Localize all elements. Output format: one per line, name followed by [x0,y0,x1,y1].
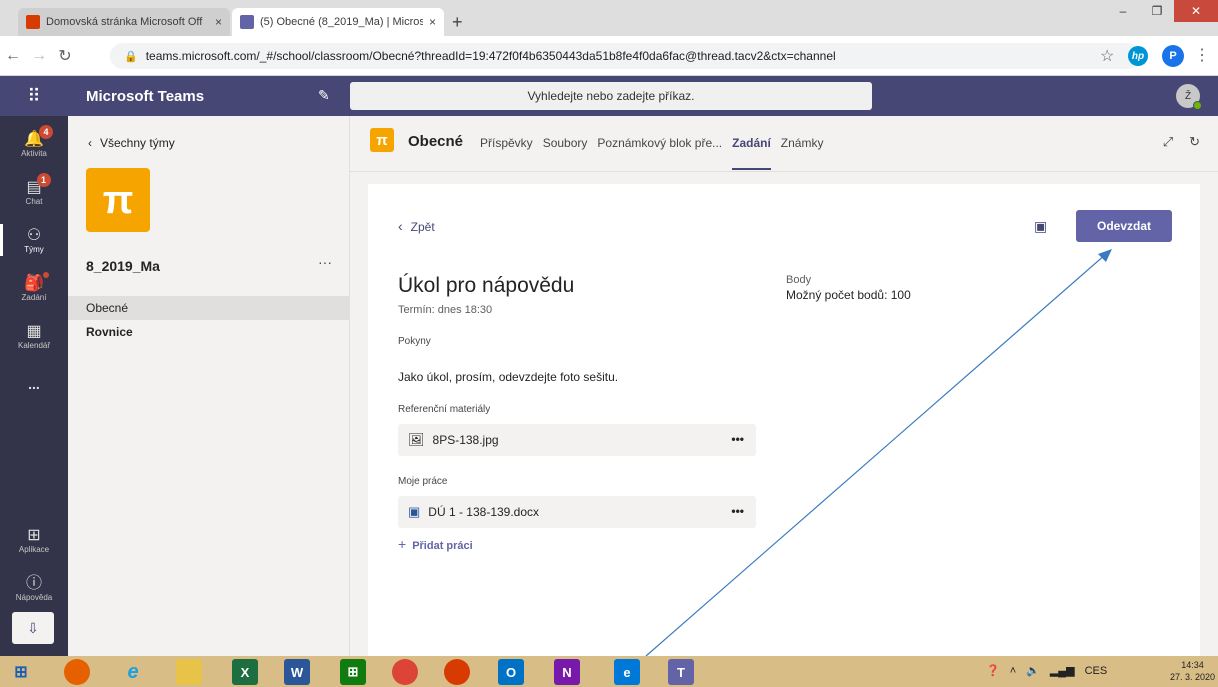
clock[interactable]: 14:34 27. 3. 2020 [1170,659,1215,683]
edge-icon[interactable]: e [614,659,640,685]
firefox-icon[interactable] [64,659,90,685]
store-icon[interactable]: ⊞ [340,659,366,685]
teams-taskbar-icon[interactable]: T [668,659,694,685]
volume-icon[interactable]: 🔈 [1026,664,1040,677]
windows-taskbar: ⊞ e X W ⊞ O N e T ❓ ˄ 🔈 ▂▄▆ CES 14:34 27… [0,656,1218,687]
onenote-icon[interactable]: N [554,659,580,685]
annotation-arrow-line [645,253,1107,657]
excel-icon[interactable]: X [232,659,258,685]
help-tray-icon[interactable]: ❓ [986,664,1000,677]
clock-date: 27. 3. 2020 [1170,672,1216,682]
windows-start-icon[interactable]: ⊞ [8,659,34,685]
annotation-arrowhead [1098,249,1112,262]
input-language[interactable]: CES [1085,665,1108,677]
system-tray: ❓ ˄ 🔈 ▂▄▆ CES [986,664,1108,678]
chevron-up-icon[interactable]: ˄ [1010,665,1016,677]
network-icon[interactable]: ▂▄▆ [1050,664,1075,677]
app-icon[interactable] [444,659,470,685]
chrome-icon[interactable] [392,659,418,685]
clock-time: 14:34 [1181,660,1204,670]
outlook-icon[interactable]: O [498,659,524,685]
file-explorer-icon[interactable] [176,659,202,685]
ie-icon[interactable]: e [120,659,146,685]
annotation-arrow [645,249,1112,657]
word-icon[interactable]: W [284,659,310,685]
